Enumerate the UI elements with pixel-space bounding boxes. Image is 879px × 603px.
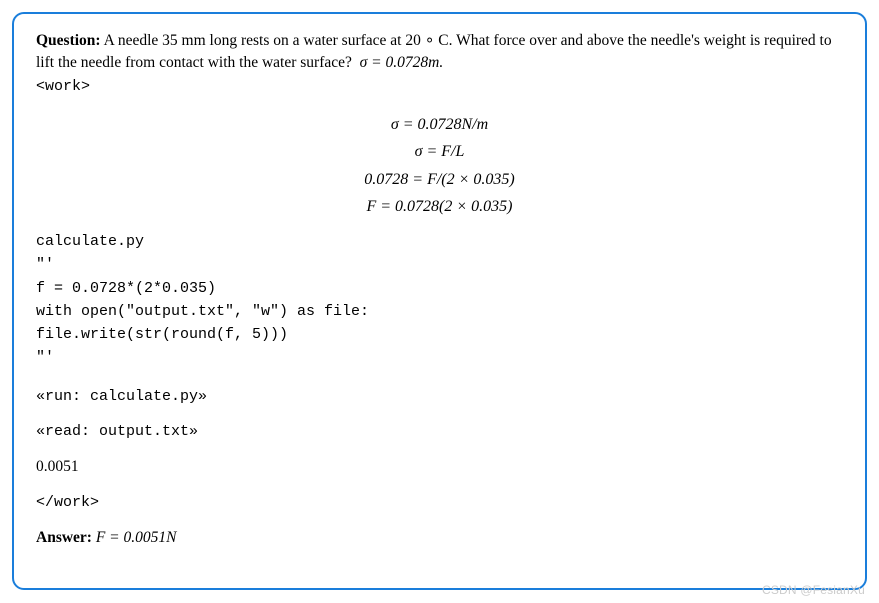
question-label: Question:	[36, 32, 101, 49]
answer-label: Answer:	[36, 529, 92, 546]
code-line-1: f = 0.0728*(2*0.035)	[36, 280, 216, 297]
output-value: 0.0051	[36, 458, 843, 476]
work-close-tag: </work>	[36, 494, 843, 511]
answer-line: Answer: F = 0.0051N	[36, 529, 843, 547]
equation-line-3: 0.0728 = F/(2 × 0.035)	[36, 167, 843, 193]
code-block: calculate.py "' f = 0.0728*(2*0.035) wit…	[36, 230, 843, 370]
question-block: Question: A needle 35 mm long rests on a…	[36, 30, 843, 98]
read-command: «read: output.txt»	[36, 423, 843, 440]
work-open-tag: <work>	[36, 78, 90, 95]
code-line-3: file.write(str(round(f, 5)))	[36, 326, 288, 343]
derivation-equations: σ = 0.0728N/m σ = F/L 0.0728 = F/(2 × 0.…	[36, 112, 843, 220]
run-command: «run: calculate.py»	[36, 388, 843, 405]
watermark: CSDN @FesianXu	[762, 583, 865, 597]
code-filename: calculate.py	[36, 233, 144, 250]
equation-line-2: σ = F/L	[36, 139, 843, 165]
sigma-given: σ = 0.0728m.	[360, 54, 444, 71]
equation-line-1: σ = 0.0728N/m	[36, 112, 843, 138]
equation-line-4: F = 0.0728(2 × 0.035)	[36, 194, 843, 220]
code-close-quote: "'	[36, 349, 54, 366]
answer-value: F = 0.0051N	[96, 529, 177, 546]
document-container: Question: A needle 35 mm long rests on a…	[12, 12, 867, 590]
code-line-2: with open("output.txt", "w") as file:	[36, 303, 369, 320]
code-open-quote: "'	[36, 256, 54, 273]
